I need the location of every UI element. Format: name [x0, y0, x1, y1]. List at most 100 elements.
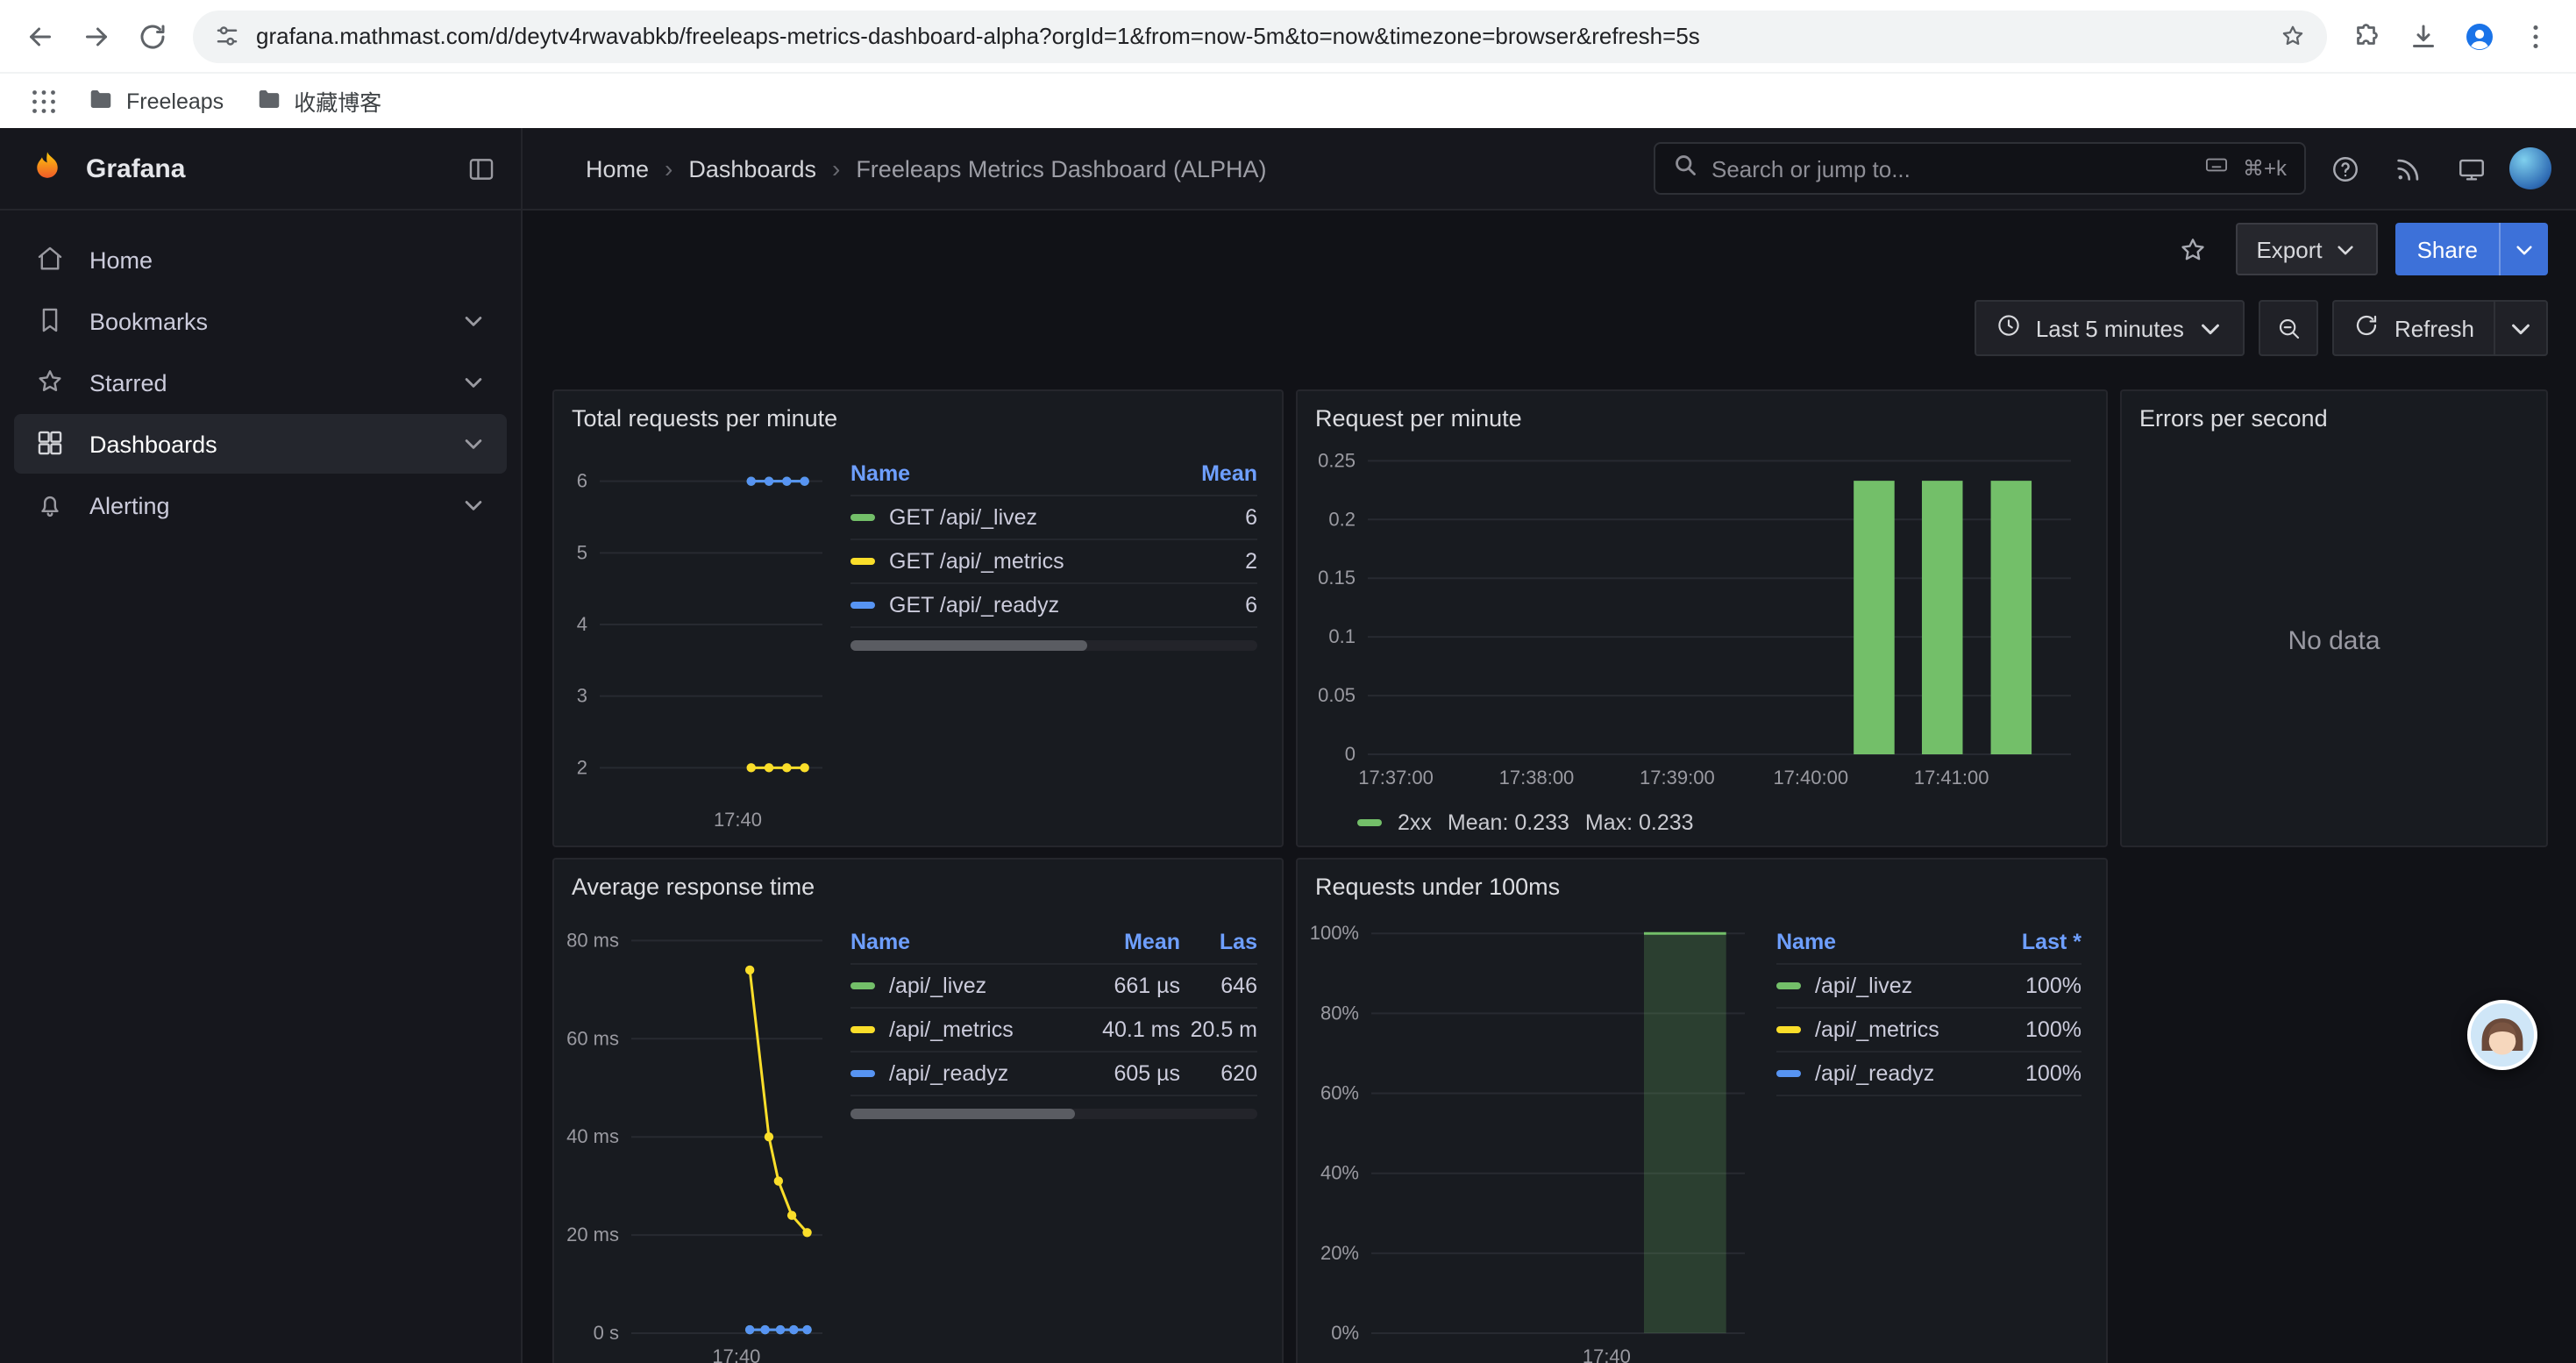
breadcrumb-dashboards[interactable]: Dashboards: [688, 155, 816, 182]
refresh-interval-dropdown[interactable]: [2494, 300, 2548, 356]
search-input[interactable]: [1711, 155, 2190, 182]
menu-kebab-icon[interactable]: [2509, 10, 2562, 62]
legend-series[interactable]: GET /api/_readyz: [850, 593, 1159, 617]
site-settings-icon[interactable]: [214, 23, 240, 49]
legend-header-mean[interactable]: Mean: [1159, 461, 1257, 486]
sidebar-item-label: Starred: [89, 369, 167, 396]
refresh-label: Refresh: [2395, 315, 2474, 341]
forward-button[interactable]: [70, 10, 123, 62]
monitor-icon[interactable]: [2446, 144, 2495, 193]
export-label: Export: [2256, 236, 2322, 262]
panel-title[interactable]: Requests under 100ms: [1298, 860, 2106, 903]
time-range-picker[interactable]: Last 5 minutes: [1975, 300, 2245, 356]
extensions-icon[interactable]: [2341, 10, 2394, 62]
legend-header-mean[interactable]: Mean: [1068, 930, 1180, 954]
search-box[interactable]: ⌘+k: [1654, 142, 2306, 195]
legend-scrollbar-thumb[interactable]: [850, 640, 1086, 651]
sidebar-item-label: Dashboards: [89, 431, 217, 457]
legend-header-row: NameLast *: [1776, 921, 2081, 965]
breadcrumb-home[interactable]: Home: [586, 155, 649, 182]
legend-series[interactable]: GET /api/_livez: [850, 505, 1159, 530]
series-name: /api/_metrics: [1815, 1017, 1939, 1042]
back-button[interactable]: [14, 10, 67, 62]
legend-scrollbar[interactable]: [850, 1109, 1257, 1119]
share-label[interactable]: Share: [2396, 236, 2499, 262]
favorite-star-icon[interactable]: [2168, 225, 2217, 274]
profile-avatar[interactable]: [2453, 10, 2506, 62]
dock-sidebar-icon[interactable]: [466, 153, 496, 183]
legend-header-name[interactable]: Name: [1776, 930, 1983, 954]
downloads-icon[interactable]: [2397, 10, 2450, 62]
folder-icon: [88, 85, 114, 117]
bookmark-star-icon[interactable]: [2280, 23, 2306, 49]
export-button[interactable]: Export: [2235, 223, 2378, 275]
legend-series[interactable]: GET /api/_metrics: [850, 549, 1159, 574]
legend-series[interactable]: /api/_metrics: [1776, 1017, 1983, 1042]
average-response-time-chart[interactable]: 80 ms60 ms40 ms20 ms0 s17:40: [558, 903, 836, 1363]
screen: Freeleaps 收藏博客 Grafana Home Bookmarks Star…: [0, 0, 2576, 1363]
series-name: /api/_livez: [889, 974, 986, 998]
refresh-button[interactable]: Refresh: [2333, 300, 2494, 356]
chevron-down-icon[interactable]: [461, 432, 486, 456]
sidebar-item-bookmarks[interactable]: Bookmarks: [14, 291, 507, 351]
legend-header-last[interactable]: Last *: [1983, 930, 2081, 954]
series-swatch: [850, 602, 875, 609]
legend-series[interactable]: /api/_readyz: [850, 1061, 1068, 1086]
legend-series[interactable]: /api/_metrics: [850, 1017, 1068, 1042]
legend-scrollbar[interactable]: [850, 640, 1257, 651]
svg-text:3: 3: [577, 685, 587, 707]
assistant-avatar-button[interactable]: [2467, 1000, 2537, 1070]
legend-header-name[interactable]: Name: [850, 461, 1159, 486]
bookmark-blog-folder[interactable]: 收藏博客: [241, 77, 395, 125]
legend-header-name[interactable]: Name: [850, 930, 1068, 954]
user-avatar[interactable]: [2509, 147, 2551, 189]
clock-icon: [1996, 312, 2022, 344]
sidebar-item-starred[interactable]: Starred: [14, 353, 507, 412]
chevron-down-icon[interactable]: [461, 309, 486, 333]
svg-text:0.25: 0.25: [1318, 449, 1356, 471]
reload-button[interactable]: [126, 10, 179, 62]
zoom-out-icon[interactable]: [2259, 300, 2319, 356]
sidebar-item-label: Home: [89, 246, 153, 273]
legend-series[interactable]: /api/_livez: [850, 974, 1068, 998]
svg-text:17:40: 17:40: [714, 809, 762, 831]
svg-text:5: 5: [577, 541, 587, 563]
share-dropdown[interactable]: [2499, 223, 2548, 275]
sidebar-item-home[interactable]: Home: [14, 230, 507, 289]
series-mean: Mean: 0.233: [1448, 810, 1569, 835]
svg-text:0.05: 0.05: [1318, 684, 1356, 706]
series-swatch: [1776, 1070, 1801, 1077]
panel-title[interactable]: Errors per second: [2122, 391, 2546, 435]
legend-series[interactable]: /api/_readyz: [1776, 1061, 1983, 1086]
url-bar[interactable]: [193, 10, 2327, 62]
share-button[interactable]: Share: [2396, 223, 2548, 275]
chevron-down-icon[interactable]: [461, 370, 486, 395]
total-requests-chart[interactable]: 6543217:40: [558, 435, 836, 835]
grafana-logo[interactable]: [28, 149, 67, 188]
series-name: /api/_livez: [1815, 974, 1912, 998]
legend-series[interactable]: /api/_livez: [1776, 974, 1983, 998]
help-icon[interactable]: [2320, 144, 2369, 193]
request-per-minute-chart[interactable]: 0.250.20.150.10.05017:37:0017:38:0017:39…: [1308, 435, 2089, 802]
rss-icon[interactable]: [2383, 144, 2432, 193]
bookmarks-bar: Freeleaps 收藏博客: [0, 72, 2576, 128]
legend-header-last[interactable]: Las: [1180, 930, 1257, 954]
svg-text:0%: 0%: [1331, 1322, 1359, 1344]
sidebar-item-alerting[interactable]: Alerting: [14, 475, 507, 535]
panel-title[interactable]: Average response time: [554, 860, 1282, 903]
brand-name: Grafana: [86, 153, 447, 183]
url-input[interactable]: [256, 23, 2264, 49]
series-legend[interactable]: 2xx Mean: 0.233 Max: 0.233: [1308, 802, 2089, 844]
series-name[interactable]: 2xx: [1398, 810, 1432, 835]
bookmark-freeleaps[interactable]: Freeleaps: [74, 78, 238, 124]
apps-grid-icon[interactable]: [18, 75, 70, 127]
requests-under-100ms-chart[interactable]: 100%80%60%40%20%0%17:40: [1301, 903, 1762, 1363]
chevron-down-icon[interactable]: [461, 493, 486, 517]
legend-row: GET /api/_metrics2: [850, 540, 1257, 584]
legend-value-mean: 6: [1159, 505, 1257, 530]
panel-title[interactable]: Request per minute: [1298, 391, 2106, 435]
legend-scrollbar-thumb[interactable]: [850, 1109, 1074, 1119]
panel-title[interactable]: Total requests per minute: [554, 391, 1282, 435]
sidebar-item-dashboards[interactable]: Dashboards: [14, 414, 507, 474]
svg-text:0.15: 0.15: [1318, 567, 1356, 589]
